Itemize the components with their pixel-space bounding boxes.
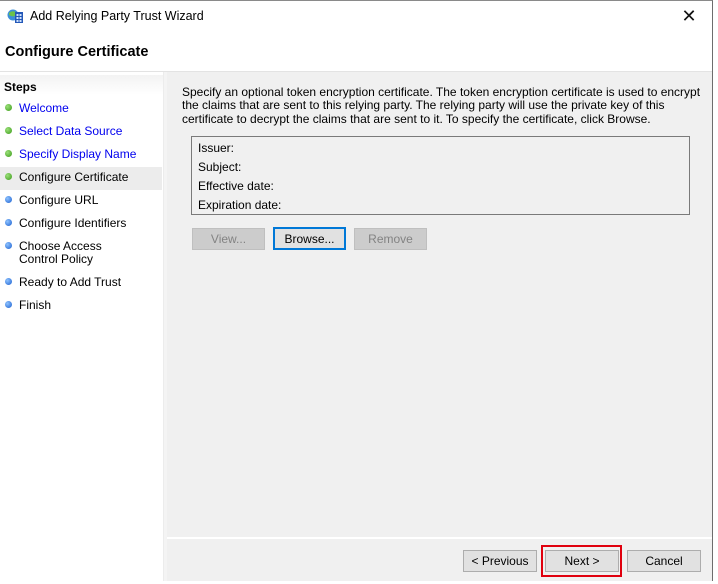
cancel-button[interactable]: Cancel	[627, 550, 701, 572]
steps-header: Steps	[0, 75, 163, 95]
view-button: View...	[192, 228, 265, 250]
close-button[interactable]: ✕	[666, 1, 712, 32]
next-button-highlight	[541, 545, 622, 577]
step-label: Finish	[19, 298, 52, 312]
adfs-wizard-icon	[7, 9, 23, 23]
step-pending-icon	[5, 242, 12, 249]
step-label: Configure Identifiers	[19, 216, 127, 230]
step-ready-to-add-trust: Ready to Add Trust	[0, 274, 162, 294]
step-pending-icon	[5, 196, 12, 203]
step-label: Configure Certificate	[19, 170, 129, 184]
step-choose-access-control-policy: Choose Access Control Policy	[0, 238, 162, 270]
step-complete-icon	[5, 104, 12, 111]
footer-bar: < Previous Next > Cancel	[167, 539, 712, 581]
title-bar: Add Relying Party Trust Wizard ✕	[0, 1, 712, 33]
issuer-label: Issuer:	[198, 141, 235, 155]
step-welcome[interactable]: Welcome	[0, 100, 162, 120]
description-text: Specify an optional token encryption cer…	[182, 85, 701, 126]
step-complete-icon	[5, 127, 12, 134]
step-pending-icon	[5, 301, 12, 308]
previous-button[interactable]: < Previous	[463, 550, 537, 572]
step-label: Choose Access Control Policy	[19, 239, 102, 266]
step-select-data-source[interactable]: Select Data Source	[0, 123, 162, 143]
step-label: Ready to Add Trust	[19, 275, 122, 289]
wizard-window: Add Relying Party Trust Wizard ✕ Configu…	[0, 0, 713, 581]
close-icon: ✕	[681, 6, 697, 26]
subject-label: Subject:	[198, 160, 242, 174]
page-title: Configure Certificate	[5, 44, 149, 60]
remove-button: Remove	[354, 228, 427, 250]
window-title: Add Relying Party Trust Wizard	[30, 9, 204, 23]
step-configure-identifiers: Configure Identifiers	[0, 215, 162, 235]
step-configure-url: Configure URL	[0, 192, 162, 212]
browse-button[interactable]: Browse...	[273, 227, 346, 250]
step-current-icon	[5, 173, 12, 180]
step-configure-certificate: Configure Certificate	[0, 167, 162, 190]
effective-date-label: Effective date:	[198, 179, 274, 193]
content-pane: Specify an optional token encryption cer…	[167, 72, 712, 537]
steps-pane: Steps Welcome Select Data Source Specify…	[0, 72, 163, 581]
step-specify-display-name[interactable]: Specify Display Name	[0, 146, 162, 166]
step-label: Welcome	[19, 101, 69, 115]
step-pending-icon	[5, 219, 12, 226]
step-finish: Finish	[0, 297, 162, 317]
step-label: Select Data Source	[19, 124, 123, 138]
step-label: Specify Display Name	[19, 147, 137, 161]
step-complete-icon	[5, 150, 12, 157]
step-label: Configure URL	[19, 193, 99, 207]
certificate-details-box: Issuer: Subject: Effective date: Expirat…	[191, 136, 690, 215]
step-pending-icon	[5, 278, 12, 285]
expiration-date-label: Expiration date:	[198, 198, 282, 212]
